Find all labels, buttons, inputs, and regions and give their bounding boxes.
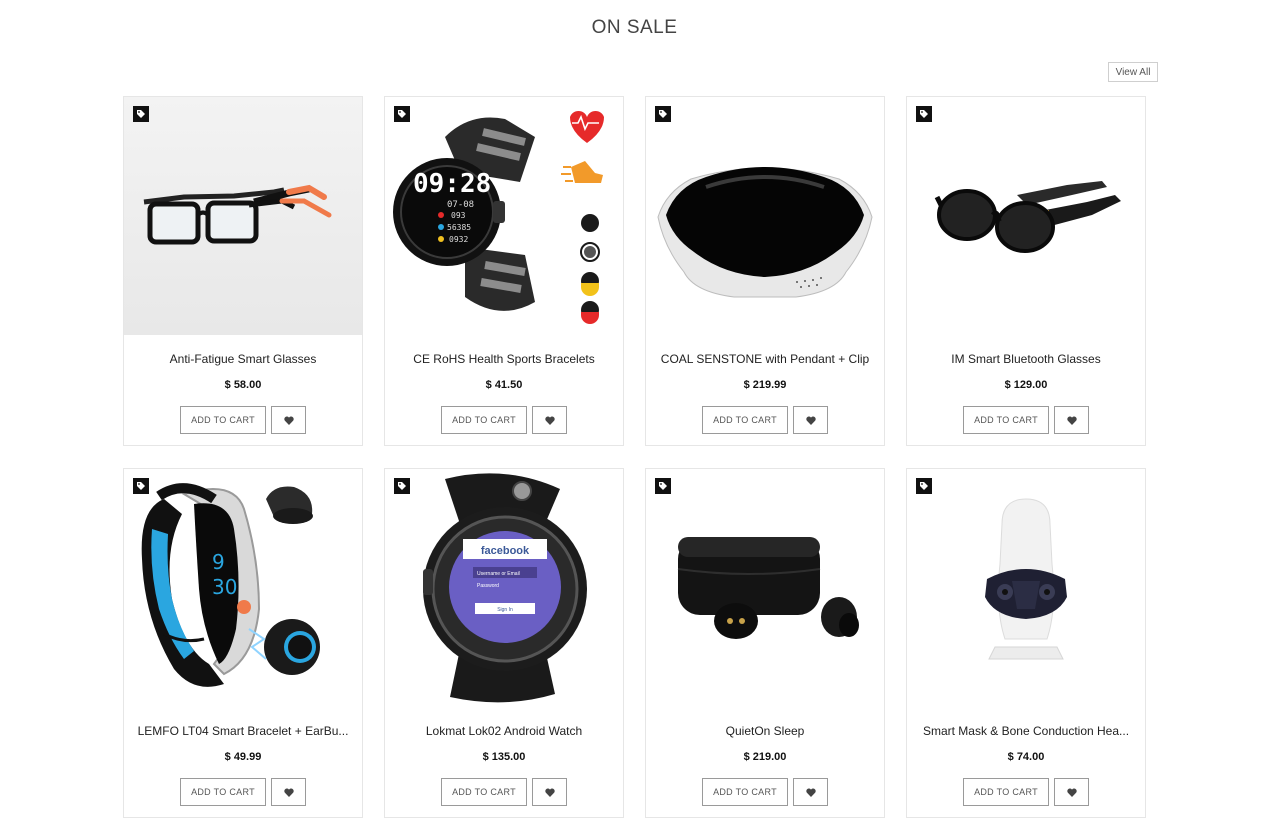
product-card[interactable]: Anti-Fatigue Smart Glasses $ 58.00 ADD T… xyxy=(123,96,363,446)
product-image-sunglasses[interactable] xyxy=(907,97,1145,335)
screen-signin-button: Sign In xyxy=(497,607,513,613)
product-name[interactable]: CE RoHS Health Sports Bracelets xyxy=(395,352,613,366)
wishlist-heart-button[interactable] xyxy=(793,778,828,806)
product-image-fitness-bracelet[interactable]: 9 30 xyxy=(124,469,362,707)
sale-tag-icon xyxy=(133,478,149,494)
sale-tag-icon xyxy=(394,106,410,122)
wishlist-heart-button[interactable] xyxy=(1054,406,1089,434)
add-to-cart-button[interactable]: ADD TO CART xyxy=(963,406,1049,434)
add-to-cart-button[interactable]: ADD TO CART xyxy=(702,406,788,434)
svg-text:9: 9 xyxy=(212,550,225,574)
product-card[interactable]: facebook Username or Email Password Sign… xyxy=(384,468,624,818)
wishlist-heart-button[interactable] xyxy=(271,778,306,806)
product-price: $ 135.00 xyxy=(482,751,526,763)
product-name[interactable]: COAL SENSTONE with Pendant + Clip xyxy=(656,352,874,366)
add-to-cart-button[interactable]: ADD TO CART xyxy=(963,778,1049,806)
wishlist-heart-button[interactable] xyxy=(1054,778,1089,806)
add-to-cart-button[interactable]: ADD TO CART xyxy=(180,778,266,806)
sale-tag-icon xyxy=(655,106,671,122)
sale-tag-icon xyxy=(394,478,410,494)
product-price: $ 219.00 xyxy=(743,751,787,763)
product-price: $ 129.00 xyxy=(1004,379,1048,391)
product-card[interactable]: COAL SENSTONE with Pendant + Clip $ 219.… xyxy=(645,96,885,446)
section-title: ON SALE xyxy=(591,17,678,38)
heart-icon xyxy=(805,416,816,425)
product-image-android-watch[interactable]: facebook Username or Email Password Sign… xyxy=(385,469,623,707)
heart-icon xyxy=(283,416,294,425)
product-image-earbuds-case[interactable] xyxy=(646,469,884,707)
svg-text:30: 30 xyxy=(212,575,237,599)
heart-icon xyxy=(1066,788,1077,797)
product-image-smart-glasses[interactable] xyxy=(124,97,362,335)
heart-icon xyxy=(1066,416,1077,425)
add-to-cart-button[interactable]: ADD TO CART xyxy=(702,778,788,806)
sale-tag-icon xyxy=(916,478,932,494)
watch-date: 07-08 xyxy=(447,200,474,210)
sale-tag-icon xyxy=(655,478,671,494)
screen-field-2: Password xyxy=(477,583,499,589)
product-price: $ 58.00 xyxy=(224,379,262,391)
product-name[interactable]: LEMFO LT04 Smart Bracelet + EarBu... xyxy=(134,724,352,738)
product-price: $ 49.99 xyxy=(224,751,262,763)
product-name[interactable]: QuietOn Sleep xyxy=(656,724,874,738)
screen-app-title: facebook xyxy=(481,545,530,557)
product-name[interactable]: Anti-Fatigue Smart Glasses xyxy=(134,352,352,366)
product-card[interactable]: 09:28 07-08 093 56385 0932 CE RoHS Healt… xyxy=(384,96,624,446)
product-image-smart-mask[interactable] xyxy=(907,469,1145,707)
watch-stat-3: 0932 xyxy=(449,235,468,244)
product-price: $ 41.50 xyxy=(485,379,523,391)
wishlist-heart-button[interactable] xyxy=(532,778,567,806)
wishlist-heart-button[interactable] xyxy=(271,406,306,434)
heart-icon xyxy=(544,416,555,425)
watch-time: 09:28 xyxy=(413,169,491,199)
wishlist-heart-button[interactable] xyxy=(532,406,567,434)
product-name[interactable]: Smart Mask & Bone Conduction Hea... xyxy=(917,724,1135,738)
product-price: $ 219.99 xyxy=(743,379,787,391)
heart-icon xyxy=(283,788,294,797)
product-image-smartwatch[interactable]: 09:28 07-08 093 56385 0932 xyxy=(385,97,623,335)
add-to-cart-button[interactable]: ADD TO CART xyxy=(441,778,527,806)
product-card[interactable]: QuietOn Sleep $ 219.00 ADD TO CART xyxy=(645,468,885,818)
heart-icon xyxy=(544,788,555,797)
product-name[interactable]: Lokmat Lok02 Android Watch xyxy=(395,724,613,738)
add-to-cart-button[interactable]: ADD TO CART xyxy=(180,406,266,434)
product-price: $ 74.00 xyxy=(1007,751,1045,763)
sale-tag-icon xyxy=(916,106,932,122)
product-card[interactable]: Smart Mask & Bone Conduction Hea... $ 74… xyxy=(906,468,1146,818)
add-to-cart-button[interactable]: ADD TO CART xyxy=(441,406,527,434)
screen-field-1: Username or Email xyxy=(477,571,520,577)
product-name[interactable]: IM Smart Bluetooth Glasses xyxy=(917,352,1135,366)
heart-icon xyxy=(805,788,816,797)
product-image-pendant-device[interactable] xyxy=(646,97,884,335)
wishlist-heart-button[interactable] xyxy=(793,406,828,434)
product-card[interactable]: IM Smart Bluetooth Glasses $ 129.00 ADD … xyxy=(906,96,1146,446)
product-card[interactable]: 9 30 LEMFO LT04 Smart Bracelet + EarBu..… xyxy=(123,468,363,818)
watch-stat-1: 093 xyxy=(451,211,466,220)
watch-stat-2: 56385 xyxy=(447,223,471,232)
view-all-button[interactable]: View All xyxy=(1108,62,1158,82)
sale-tag-icon xyxy=(133,106,149,122)
